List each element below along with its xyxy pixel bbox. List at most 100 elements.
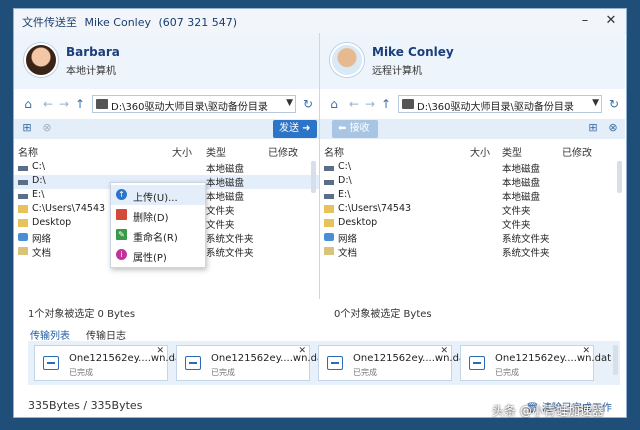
local-user-header: Barbara 本地计算机 xyxy=(14,33,319,89)
remote-column-header: 名称 大小 类型 已修改 xyxy=(320,141,625,159)
delete-icon xyxy=(116,209,127,220)
file-name: E:\ xyxy=(338,189,351,200)
refresh-icon[interactable]: ↻ xyxy=(606,96,622,112)
transfer-card[interactable]: One121562ey....wn.dat 已完成 ✕ xyxy=(34,345,185,381)
network-icon xyxy=(324,233,334,241)
transfer-card[interactable]: One121562ey....wn.dat 已完成 ✕ xyxy=(318,345,469,381)
drive-icon xyxy=(18,180,28,185)
file-type: 本地磁盘 xyxy=(206,164,245,175)
receive-button[interactable]: ⬅ 接收 xyxy=(332,120,378,138)
file-name: Desktop xyxy=(32,217,72,228)
menu-item-delete[interactable]: 删除(D) xyxy=(111,205,205,225)
local-user-type: 本地计算机 xyxy=(66,66,116,77)
transfer-status: 已完成 xyxy=(353,368,377,377)
remote-status: 0个对象被选定 Bytes xyxy=(334,309,432,320)
file-row[interactable]: E:\ 本地磁盘 xyxy=(320,189,625,203)
up-icon[interactable]: ↑ xyxy=(72,96,88,112)
col-size[interactable]: 大小 xyxy=(470,144,490,159)
drive-icon xyxy=(18,166,28,171)
file-row[interactable]: 文档 系统文件夹 xyxy=(320,245,625,259)
up-icon[interactable]: ↑ xyxy=(378,96,394,112)
new-folder-icon[interactable]: ⊞ xyxy=(20,121,34,135)
back-icon[interactable]: ← xyxy=(346,96,362,112)
col-name[interactable]: 名称 xyxy=(324,144,344,159)
transfer-status: 已完成 xyxy=(211,368,235,377)
transfer-file-icon xyxy=(327,356,343,370)
home-icon[interactable]: ⌂ xyxy=(20,96,36,112)
send-label: 发送 xyxy=(279,123,299,134)
transfer-card[interactable]: One121562ey....wn.dat 已完成 ✕ xyxy=(460,345,611,381)
chevron-down-icon[interactable]: ▼ xyxy=(286,98,293,108)
file-type: 文件夹 xyxy=(502,220,531,231)
file-row[interactable]: C:\ 本地磁盘 xyxy=(14,161,319,175)
network-icon xyxy=(18,233,28,241)
col-modified[interactable]: 已修改 xyxy=(268,144,298,159)
close-icon[interactable]: ✕ xyxy=(298,346,306,356)
col-modified[interactable]: 已修改 xyxy=(562,144,592,159)
file-name: 网络 xyxy=(338,234,358,245)
avatar xyxy=(24,43,58,77)
file-name: C:\ xyxy=(32,161,46,172)
file-row[interactable]: C:\Users\74543 文件夹 xyxy=(320,203,625,217)
local-nav-bar: ⌂ ← → ↑ D:\360驱动大师目录\驱动备份目录 ▼ ↻ xyxy=(14,93,319,115)
minimize-icon[interactable]: – xyxy=(574,12,596,30)
file-name: Desktop xyxy=(338,217,378,228)
remote-nav-bar: ⌂ ← → ↑ D:\360驱动大师目录\驱动备份目录 ▼ ↻ xyxy=(320,93,625,115)
menu-item-label: 删除(D) xyxy=(133,213,169,224)
file-type: 文件夹 xyxy=(206,206,235,217)
local-column-header: 名称 大小 类型 已修改 xyxy=(14,141,319,159)
remote-user-type: 远程计算机 xyxy=(372,66,422,77)
col-type[interactable]: 类型 xyxy=(206,144,226,159)
drive-icon xyxy=(324,180,334,185)
close-icon[interactable]: ✕ xyxy=(156,346,164,356)
new-folder-icon[interactable]: ⊞ xyxy=(586,121,600,135)
remote-user-name: Mike Conley xyxy=(372,45,454,59)
close-icon[interactable]: ✕ xyxy=(440,346,448,356)
transfer-file-name: One121562ey....wn.dat xyxy=(353,353,469,364)
menu-item-rename[interactable]: ✎ 重命名(R) xyxy=(111,225,205,245)
transfer-status: 已完成 xyxy=(495,368,519,377)
col-type[interactable]: 类型 xyxy=(502,144,522,159)
transfer-card[interactable]: One121562ey....wn.dat 已完成 ✕ xyxy=(176,345,327,381)
folder-icon xyxy=(18,219,28,227)
col-size[interactable]: 大小 xyxy=(172,144,192,159)
file-name: C:\Users\74543 xyxy=(338,203,412,214)
file-row[interactable]: 网络 系统文件夹 xyxy=(320,231,625,245)
file-name: D:\ xyxy=(32,175,46,186)
menu-item-properties[interactable]: i 属性(P) xyxy=(111,245,205,265)
file-type: 文件夹 xyxy=(206,220,235,231)
forward-icon[interactable]: → xyxy=(362,96,378,112)
transfer-scrollbar[interactable] xyxy=(613,345,618,375)
send-button[interactable]: 发送 ➜ xyxy=(273,120,317,138)
file-row[interactable]: D:\ 本地磁盘 xyxy=(320,175,625,189)
refresh-icon[interactable]: ↻ xyxy=(300,96,316,112)
delete-icon[interactable]: ⊗ xyxy=(40,121,54,135)
local-scrollbar[interactable] xyxy=(311,161,316,193)
local-path-field[interactable]: D:\360驱动大师目录\驱动备份目录 ▼ xyxy=(92,95,296,113)
remote-scrollbar[interactable] xyxy=(617,161,622,193)
remote-path-field[interactable]: D:\360驱动大师目录\驱动备份目录 ▼ xyxy=(398,95,602,113)
transfer-file-name: One121562ey....wn.dat xyxy=(495,353,611,364)
delete-icon[interactable]: ⊗ xyxy=(606,121,620,135)
col-name[interactable]: 名称 xyxy=(18,144,38,159)
close-icon[interactable]: ✕ xyxy=(600,12,622,30)
back-icon[interactable]: ← xyxy=(40,96,56,112)
context-menu: ↑ 上传(U)... 删除(D) ✎ 重命名(R) i 属性(P) xyxy=(110,182,206,268)
menu-item-upload[interactable]: ↑ 上传(U)... xyxy=(111,185,205,205)
file-type: 系统文件夹 xyxy=(502,234,550,245)
file-type: 本地磁盘 xyxy=(502,192,541,203)
home-icon[interactable]: ⌂ xyxy=(326,96,342,112)
file-row[interactable]: Desktop 文件夹 xyxy=(320,217,625,231)
forward-icon[interactable]: → xyxy=(56,96,72,112)
tab-transfer-log[interactable]: 传输日志 xyxy=(86,327,126,342)
remote-toolbar: ⬅ 接收 ⊞ ⊗ xyxy=(320,119,625,139)
file-transfer-window: 文件传送至 Mike Conley (607 321 547) – ✕ Barb… xyxy=(13,8,627,418)
close-icon[interactable]: ✕ xyxy=(582,346,590,356)
folder-icon xyxy=(402,99,414,109)
file-row[interactable]: C:\ 本地磁盘 xyxy=(320,161,625,175)
chevron-down-icon[interactable]: ▼ xyxy=(592,98,599,108)
drive-icon xyxy=(324,166,334,171)
file-name: 文档 xyxy=(32,248,52,259)
remote-path-text: D:\360驱动大师目录\驱动备份目录 xyxy=(417,102,574,113)
title-contact-number: (607 321 547) xyxy=(158,16,238,29)
